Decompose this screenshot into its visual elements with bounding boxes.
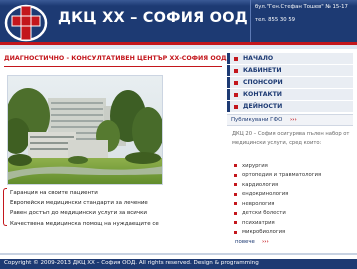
nav-bullet-icon	[234, 80, 238, 85]
nav-item-cabinets[interactable]: КАБИНЕТИ	[227, 65, 353, 76]
service-bullet-icon	[234, 164, 237, 168]
service-label: микробиология	[242, 229, 286, 236]
site-footer: Copyright © 2009-2013 ДКЦ ХХ – София ООД…	[0, 259, 357, 269]
service-bullet-icon	[234, 230, 237, 234]
nav-item-label: СПОНСОРИ	[243, 79, 283, 86]
building-photo	[7, 75, 163, 185]
service-bullet-icon	[234, 202, 237, 206]
published-reports-arrow-icon: ›››	[290, 117, 297, 123]
header-address: бул."Ген.Стефан Тошев" № 15-17	[255, 4, 348, 10]
service-bullet-icon	[234, 211, 237, 215]
nav-item-home[interactable]: НАЧАЛО	[227, 53, 353, 64]
services-list: хирургия ортопедия и травматология карди…	[232, 161, 350, 237]
feature-item: Равен достъп до медицински услуги за вси…	[10, 210, 147, 217]
nav-item-activities[interactable]: ДЕЙНОСТИ	[227, 101, 353, 112]
footer-copyright: Copyright © 2009-2013 ДКЦ ХХ – София ООД…	[4, 260, 259, 266]
nav-item-label: ДЕЙНОСТИ	[243, 103, 283, 110]
service-label: детски болести	[242, 210, 286, 217]
nav-bullet-icon	[234, 56, 238, 61]
service-bullet-icon	[234, 221, 237, 225]
service-item[interactable]: неврология	[232, 199, 350, 209]
site-name: ДКЦ ХХ – СОФИЯ ООД	[58, 10, 248, 26]
service-bullet-icon	[234, 192, 237, 196]
nav-bullet-icon	[234, 104, 238, 109]
footer-divider	[0, 253, 357, 255]
feature-item: Европейски медицински стандарти за лечен…	[10, 200, 148, 207]
medical-cross-logo-icon[interactable]	[3, 2, 49, 42]
published-reports-link[interactable]: Публикувани ГФО ›››	[227, 114, 353, 126]
nav-item-label: КАБИНЕТИ	[243, 67, 282, 74]
service-bullet-icon	[234, 183, 237, 187]
services-intro: ДКЦ 20 – София осигурява пълен набор от …	[232, 131, 350, 146]
nav-item-sponsors[interactable]: СПОНСОРИ	[227, 77, 353, 88]
service-label: хирургия	[242, 162, 268, 169]
nav-bullet-icon	[234, 68, 238, 73]
more-link[interactable]: повече	[235, 239, 255, 245]
service-item[interactable]: ендокринология	[232, 190, 350, 200]
service-label: ендокринология	[242, 191, 289, 198]
service-item[interactable]: детски болести	[232, 209, 350, 219]
features-list: Гаранция на своите пациенти Европейски м…	[6, 188, 226, 229]
main-nav: НАЧАЛО КАБИНЕТИ СПОНСОРИ КОНТАКТИ ДЕЙНОС…	[227, 53, 353, 113]
service-item[interactable]: ортопедия и травматология	[232, 171, 350, 181]
more-arrow-icon[interactable]: ›››	[262, 239, 269, 245]
service-label: кардиология	[242, 181, 279, 188]
service-bullet-icon	[234, 173, 237, 177]
service-item[interactable]: кардиология	[232, 180, 350, 190]
nav-item-label: КОНТАКТИ	[243, 91, 282, 98]
service-item[interactable]: психиатрия	[232, 218, 350, 228]
nav-item-label: НАЧАЛО	[243, 55, 274, 62]
feature-item: Гаранция на своите пациенти	[10, 190, 98, 196]
service-label: психиатрия	[242, 219, 275, 226]
service-item[interactable]: микробиология	[232, 228, 350, 238]
published-reports-label: Публикувани ГФО	[231, 117, 283, 123]
nav-bullet-icon	[234, 92, 238, 97]
service-item[interactable]: хирургия	[232, 161, 350, 171]
feature-item: Качествена медицинска помощ на нуждаещит…	[10, 220, 159, 227]
site-header: ДКЦ ХХ – СОФИЯ ООД бул."Ген.Стефан Тошев…	[0, 0, 357, 42]
title-underline	[4, 66, 222, 67]
header-phone: тел. 855 30 59	[255, 17, 296, 23]
nav-item-contacts[interactable]: КОНТАКТИ	[227, 89, 353, 100]
service-label: ортопедия и травматология	[242, 172, 322, 179]
header-sub-strip	[0, 45, 357, 49]
service-label: неврология	[242, 200, 275, 207]
building-photo-image	[8, 76, 162, 184]
header-divider	[250, 0, 251, 42]
